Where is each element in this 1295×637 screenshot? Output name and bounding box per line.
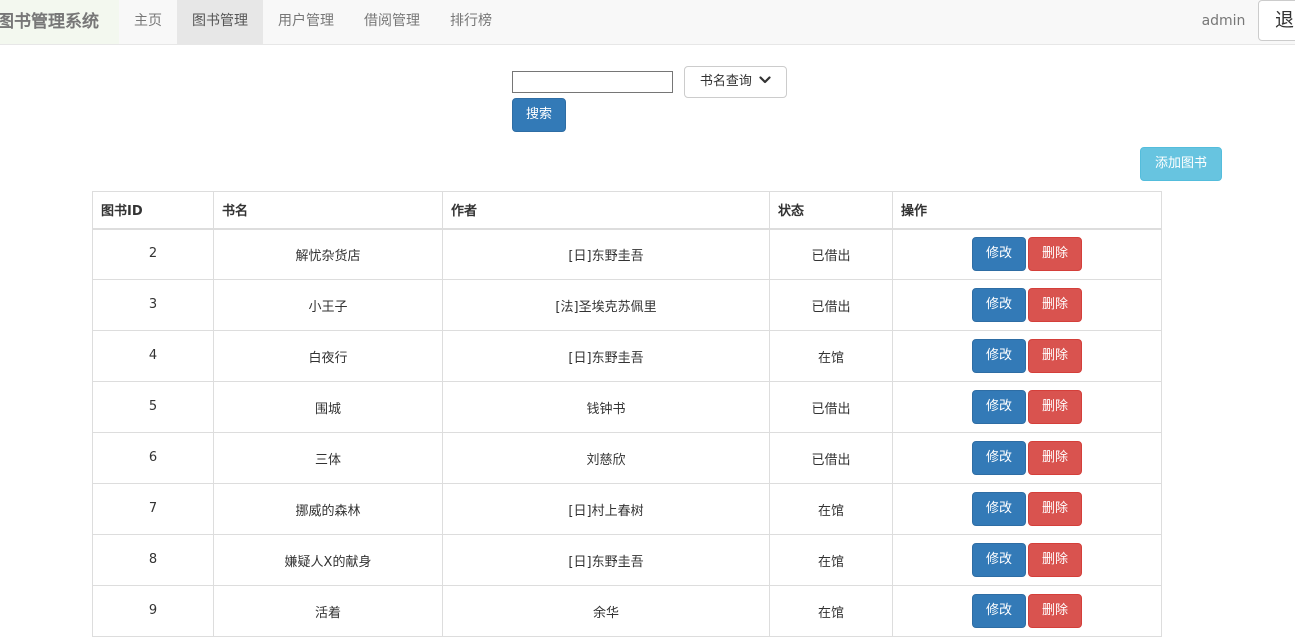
cell-book-name: 挪威的森林 [213,483,443,535]
book-id-text: 4 [148,347,158,363]
cell-actions: 修改 删除 [892,534,1162,586]
delete-button[interactable]: 删除 [1028,543,1082,577]
nav-item-borrow-management[interactable]: 借阅管理 [349,0,435,44]
delete-button[interactable]: 删除 [1028,492,1082,526]
cell-author: [日]东野圭吾 [442,330,770,382]
cell-book-name: 白夜行 [213,330,443,382]
delete-button[interactable]: 删除 [1028,390,1082,424]
cell-author: [法]圣埃克苏佩里 [442,279,770,331]
cell-actions: 修改 删除 [892,432,1162,484]
delete-button[interactable]: 删除 [1028,441,1082,475]
delete-button[interactable]: 删除 [1028,594,1082,628]
book-id-text: 6 [148,449,158,465]
cell-book-id: 4 [92,330,214,382]
table-row: 6 三体 刘慈欣 已借出 修改 删除 [92,432,1162,484]
edit-button[interactable]: 修改 [972,492,1026,526]
header-actions: 操作 [892,191,1162,230]
search-type-dropdown[interactable]: 书名查询 [684,66,787,98]
cell-author: [日]东野圭吾 [442,228,770,280]
cell-status: 在馆 [769,330,893,382]
table-header-row: 图书ID 书名 作者 状态 操作 [92,191,1162,230]
cell-author: [日]东野圭吾 [442,534,770,586]
search-input[interactable] [512,71,673,93]
cell-status: 在馆 [769,534,893,586]
cell-book-id: 8 [92,534,214,586]
book-id-text: 2 [148,245,158,261]
cell-book-name: 围城 [213,381,443,433]
edit-button[interactable]: 修改 [972,441,1026,475]
table-row: 4 白夜行 [日]东野圭吾 在馆 修改 删除 [92,330,1162,382]
cell-author: [日]村上春树 [442,483,770,535]
cell-book-name: 小王子 [213,279,443,331]
table-row: 7 挪威的森林 [日]村上春树 在馆 修改 删除 [92,483,1162,535]
book-id-text: 9 [148,602,158,618]
cell-status: 已借出 [769,381,893,433]
cell-book-name: 活着 [213,585,443,637]
edit-button[interactable]: 修改 [972,288,1026,322]
nav-item-user-management[interactable]: 用户管理 [263,0,349,44]
table-row: 8 嫌疑人X的献身 [日]东野圭吾 在馆 修改 删除 [92,534,1162,586]
search-type-label: 书名查询 [699,74,752,89]
book-id-text: 8 [148,551,158,567]
delete-button[interactable]: 删除 [1028,237,1082,272]
nav-item-home[interactable]: 主页 [119,0,177,44]
brand-title[interactable]: 图书管理系统 [0,0,119,44]
cell-book-id: 2 [92,228,214,280]
edit-button[interactable]: 修改 [972,543,1026,577]
table-row: 2 解忧杂货店 [日]东野圭吾 已借出 修改 删除 [92,228,1162,280]
header-book-name: 书名 [213,191,443,230]
edit-button[interactable]: 修改 [972,339,1026,373]
table-row: 9 活着 余华 在馆 修改 删除 [92,585,1162,637]
cell-book-name: 嫌疑人X的献身 [213,534,443,586]
cell-actions: 修改 删除 [892,279,1162,331]
cell-status: 在馆 [769,585,893,637]
nav-item-book-management[interactable]: 图书管理 [177,0,263,44]
edit-button[interactable]: 修改 [972,237,1026,272]
top-navbar: 图书管理系统 主页 图书管理 用户管理 借阅管理 排行榜 admin 退出 [0,0,1295,45]
edit-button[interactable]: 修改 [972,594,1026,628]
table-row: 5 围城 钱钟书 已借出 修改 删除 [92,381,1162,433]
cell-book-id: 3 [92,279,214,331]
delete-button[interactable]: 删除 [1028,339,1082,373]
delete-button[interactable]: 删除 [1028,288,1082,322]
cell-book-id: 6 [92,432,214,484]
cell-book-name: 解忧杂货店 [213,228,443,280]
header-author: 作者 [442,191,770,230]
book-id-text: 7 [148,500,158,516]
book-id-text: 5 [148,398,158,414]
cell-author: 刘慈欣 [442,432,770,484]
cell-author: 余华 [442,585,770,637]
chevron-down-icon [759,76,771,84]
cell-author: 钱钟书 [442,381,770,433]
nav-item-ranking[interactable]: 排行榜 [435,0,507,44]
edit-button[interactable]: 修改 [972,390,1026,424]
cell-status: 已借出 [769,432,893,484]
cell-book-name: 三体 [213,432,443,484]
search-button[interactable]: 搜索 [512,98,566,132]
book-id-text: 3 [148,296,158,312]
cell-actions: 修改 删除 [892,585,1162,637]
header-book-id: 图书ID [92,191,214,230]
cell-status: 已借出 [769,228,893,280]
cell-status: 在馆 [769,483,893,535]
cell-status: 已借出 [769,279,893,331]
cell-actions: 修改 删除 [892,228,1162,280]
current-username: admin [1201,13,1246,29]
cell-book-id: 5 [92,381,214,433]
book-table: 图书ID 书名 作者 状态 操作 2 解忧杂货店 [日]东野圭吾 已借出 修改 删除 3 小王… [92,191,1162,637]
cell-book-id: 9 [92,585,214,637]
table-row: 3 小王子 [法]圣埃克苏佩里 已借出 修改 删除 [92,279,1162,331]
cell-actions: 修改 删除 [892,483,1162,535]
logout-button[interactable]: 退出 [1258,0,1295,41]
cell-actions: 修改 删除 [892,381,1162,433]
header-status: 状态 [769,191,893,230]
cell-actions: 修改 删除 [892,330,1162,382]
cell-book-id: 7 [92,483,214,535]
add-book-button[interactable]: 添加图书 [1140,147,1222,181]
